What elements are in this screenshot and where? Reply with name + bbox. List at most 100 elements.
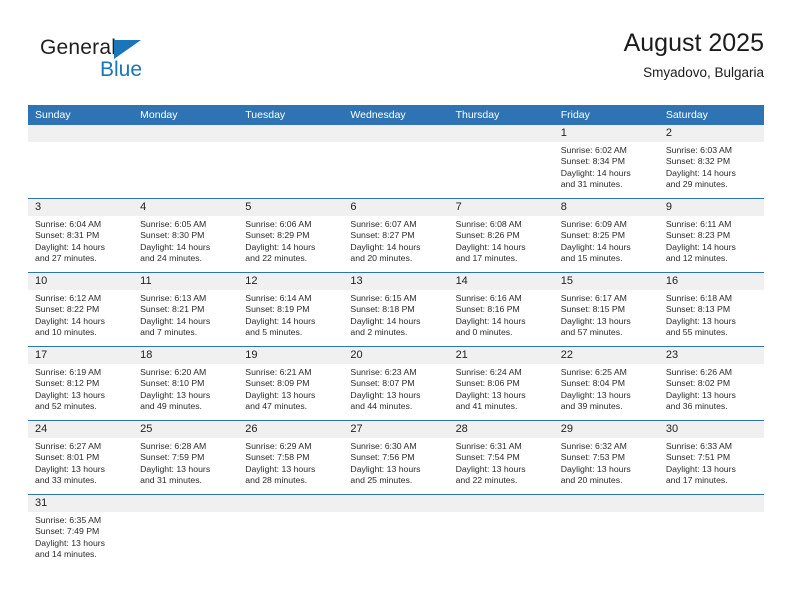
day-sunset-text: Sunset: 7:53 PM <box>560 452 625 463</box>
calendar-day-cell[interactable]: 6 Sunrise: 6:07 AM Sunset: 8:27 PM Daylight… <box>343 199 449 272</box>
weekday-header-saturday: Saturday <box>665 109 708 121</box>
day-number: 22 <box>553 347 659 364</box>
day-daylight-line2-text: and 25 minutes. <box>350 475 413 486</box>
day-sunset-text: Sunset: 8:26 PM <box>455 230 520 241</box>
calendar-day-cell[interactable]: 4 Sunrise: 6:05 AM Sunset: 8:30 PM Daylight… <box>133 199 239 272</box>
day-sunrise-text: Sunrise: 6:15 AM <box>350 293 417 303</box>
calendar-day-cell[interactable]: 28 Sunrise: 6:31 AM Sunset: 7:54 PM Dayligh… <box>448 421 554 494</box>
calendar-day-cell[interactable]: 26 Sunrise: 6:29 AM Sunset: 7:58 PM Dayligh… <box>238 421 344 494</box>
day-sunset-text: Sunset: 8:13 PM <box>665 304 731 315</box>
calendar-day-cell-empty <box>133 125 239 198</box>
day-sunrise-text: Sunrise: 6:33 AM <box>665 441 733 451</box>
day-sunrise-text: Sunrise: 6:04 AM <box>35 219 102 229</box>
day-sunset-text: Sunset: 7:58 PM <box>245 452 310 463</box>
calendar-day-cell[interactable]: 22 Sunrise: 6:25 AM Sunset: 8:04 PM Dayligh… <box>553 347 659 420</box>
day-daylight-line1-text: Daylight: 13 hours <box>665 463 736 474</box>
day-sunrise-text: Sunrise: 6:35 AM <box>35 515 102 525</box>
day-sun-info: Sunrise: 6:29 AM Sunset: 7:58 PM Daylight:… <box>238 438 343 487</box>
day-number: 17 <box>28 347 134 364</box>
calendar-day-cell[interactable]: 7 Sunrise: 6:08 AM Sunset: 8:26 PM Daylight… <box>448 199 554 272</box>
day-daylight-line2-text: and 41 minutes. <box>455 401 518 412</box>
day-daylight-line1-text: Daylight: 14 hours <box>35 315 106 326</box>
calendar-day-cell[interactable]: 9 Sunrise: 6:11 AM Sunset: 8:23 PM Daylight… <box>658 199 764 272</box>
day-sun-info: Sunrise: 6:25 AM Sunset: 8:04 PM Daylight:… <box>554 364 659 413</box>
weekday-header-wednesday: Wednesday <box>350 109 406 121</box>
calendar-day-cell[interactable]: 10 Sunrise: 6:12 AM Sunset: 8:22 PM Dayligh… <box>28 273 134 346</box>
calendar-day-cell[interactable]: 5 Sunrise: 6:06 AM Sunset: 8:29 PM Daylight… <box>238 199 344 272</box>
day-number: 1 <box>553 125 659 142</box>
calendar-day-cell[interactable]: 21 Sunrise: 6:24 AM Sunset: 8:06 PM Dayligh… <box>448 347 554 420</box>
day-sun-info: Sunrise: 6:20 AM Sunset: 8:10 PM Daylight:… <box>133 364 238 413</box>
calendar-day-cell[interactable]: 17 Sunrise: 6:19 AM Sunset: 8:12 PM Dayligh… <box>28 347 134 420</box>
calendar-day-cell[interactable]: 14 Sunrise: 6:16 AM Sunset: 8:16 PM Dayligh… <box>448 273 554 346</box>
day-sunset-text: Sunset: 7:59 PM <box>140 452 205 463</box>
day-sunset-text: Sunset: 8:23 PM <box>665 230 731 241</box>
calendar-day-cell[interactable]: 27 Sunrise: 6:30 AM Sunset: 7:56 PM Dayligh… <box>343 421 449 494</box>
day-sun-info <box>449 142 554 145</box>
day-sun-info <box>554 512 659 515</box>
calendar-day-cell[interactable]: 13 Sunrise: 6:15 AM Sunset: 8:18 PM Dayligh… <box>343 273 449 346</box>
day-daylight-line2-text: and 10 minutes. <box>35 327 97 338</box>
day-number: 30 <box>658 421 764 438</box>
day-sunset-text: Sunset: 7:56 PM <box>350 452 415 463</box>
day-daylight-line2-text: and 24 minutes. <box>140 253 202 264</box>
day-number: 25 <box>133 421 239 438</box>
day-daylight-line2-text: and 14 minutes. <box>35 549 97 560</box>
calendar-day-cell[interactable]: 3 Sunrise: 6:04 AM Sunset: 8:31 PM Daylight… <box>28 199 134 272</box>
day-number: 10 <box>28 273 134 290</box>
calendar-day-cell[interactable]: 8 Sunrise: 6:09 AM Sunset: 8:25 PM Daylight… <box>553 199 659 272</box>
calendar-day-cell[interactable]: 1 Sunrise: 6:02 AM Sunset: 8:34 PM Daylight… <box>553 125 659 198</box>
day-sunrise-text: Sunrise: 6:26 AM <box>665 367 733 377</box>
day-number: 14 <box>448 273 554 290</box>
calendar-day-cell[interactable]: 16 Sunrise: 6:18 AM Sunset: 8:13 PM Dayligh… <box>658 273 764 346</box>
day-number: 3 <box>28 199 134 216</box>
calendar-day-cell[interactable]: 25 Sunrise: 6:28 AM Sunset: 7:59 PM Dayligh… <box>133 421 239 494</box>
day-daylight-line2-text: and 31 minutes. <box>140 475 202 486</box>
day-sunset-text: Sunset: 8:31 PM <box>35 230 100 241</box>
calendar-day-cell[interactable]: 2 Sunrise: 6:03 AM Sunset: 8:32 PM Daylight… <box>658 125 764 198</box>
day-sun-info <box>238 142 343 145</box>
day-daylight-line1-text: Daylight: 13 hours <box>350 389 421 400</box>
calendar-day-cell-empty <box>238 125 344 198</box>
day-number: 4 <box>133 199 239 216</box>
calendar-day-cell[interactable]: 20 Sunrise: 6:23 AM Sunset: 8:07 PM Dayligh… <box>343 347 449 420</box>
day-sunset-text: Sunset: 8:34 PM <box>560 156 625 167</box>
general-blue-logo[interactable]: General Blue <box>40 36 220 94</box>
day-sun-info: Sunrise: 6:33 AM Sunset: 7:51 PM Daylight:… <box>659 438 764 487</box>
day-number: 6 <box>343 199 449 216</box>
day-number <box>343 125 449 142</box>
day-sunrise-text: Sunrise: 6:23 AM <box>350 367 417 377</box>
calendar-week-row: 10 Sunrise: 6:12 AM Sunset: 8:22 PM Dayligh… <box>28 273 764 347</box>
day-daylight-line2-text: and 17 minutes. <box>665 475 728 486</box>
day-number: 13 <box>343 273 449 290</box>
calendar-day-cell[interactable]: 15 Sunrise: 6:17 AM Sunset: 8:15 PM Dayligh… <box>553 273 659 346</box>
day-sun-info: Sunrise: 6:12 AM Sunset: 8:22 PM Daylight:… <box>28 290 133 339</box>
day-sun-info: Sunrise: 6:21 AM Sunset: 8:09 PM Daylight:… <box>238 364 343 413</box>
day-sunset-text: Sunset: 7:49 PM <box>35 526 100 537</box>
calendar-day-cell[interactable]: 31 Sunrise: 6:35 AM Sunset: 7:49 PM Dayligh… <box>28 495 134 568</box>
day-number: 26 <box>238 421 344 438</box>
day-sunrise-text: Sunrise: 6:13 AM <box>140 293 207 303</box>
calendar-day-cell[interactable]: 29 Sunrise: 6:32 AM Sunset: 7:53 PM Dayligh… <box>553 421 659 494</box>
day-number: 31 <box>28 495 134 512</box>
day-sunset-text: Sunset: 8:29 PM <box>245 230 310 241</box>
calendar-day-cell[interactable]: 19 Sunrise: 6:21 AM Sunset: 8:09 PM Dayligh… <box>238 347 344 420</box>
day-daylight-line2-text: and 31 minutes. <box>560 179 623 190</box>
calendar-day-cell[interactable]: 12 Sunrise: 6:14 AM Sunset: 8:19 PM Dayligh… <box>238 273 344 346</box>
day-sun-info: Sunrise: 6:07 AM Sunset: 8:27 PM Daylight:… <box>343 216 448 265</box>
day-sunset-text: Sunset: 8:30 PM <box>140 230 205 241</box>
day-sunrise-text: Sunrise: 6:17 AM <box>560 293 627 303</box>
day-number: 21 <box>448 347 554 364</box>
day-sunset-text: Sunset: 8:18 PM <box>350 304 415 315</box>
calendar-day-cell[interactable]: 23 Sunrise: 6:26 AM Sunset: 8:02 PM Dayligh… <box>658 347 764 420</box>
day-sun-info <box>28 142 133 145</box>
day-daylight-line2-text: and 57 minutes. <box>560 327 623 338</box>
day-daylight-line2-text: and 22 minutes. <box>455 475 518 486</box>
calendar-day-cell[interactable]: 24 Sunrise: 6:27 AM Sunset: 8:01 PM Dayligh… <box>28 421 134 494</box>
day-daylight-line2-text: and 33 minutes. <box>35 475 97 486</box>
calendar-day-cell[interactable]: 30 Sunrise: 6:33 AM Sunset: 7:51 PM Dayligh… <box>658 421 764 494</box>
day-sunset-text: Sunset: 7:51 PM <box>665 452 731 463</box>
day-daylight-line1-text: Daylight: 13 hours <box>35 463 106 474</box>
calendar-day-cell[interactable]: 18 Sunrise: 6:20 AM Sunset: 8:10 PM Dayligh… <box>133 347 239 420</box>
calendar-day-cell[interactable]: 11 Sunrise: 6:13 AM Sunset: 8:21 PM Dayligh… <box>133 273 239 346</box>
